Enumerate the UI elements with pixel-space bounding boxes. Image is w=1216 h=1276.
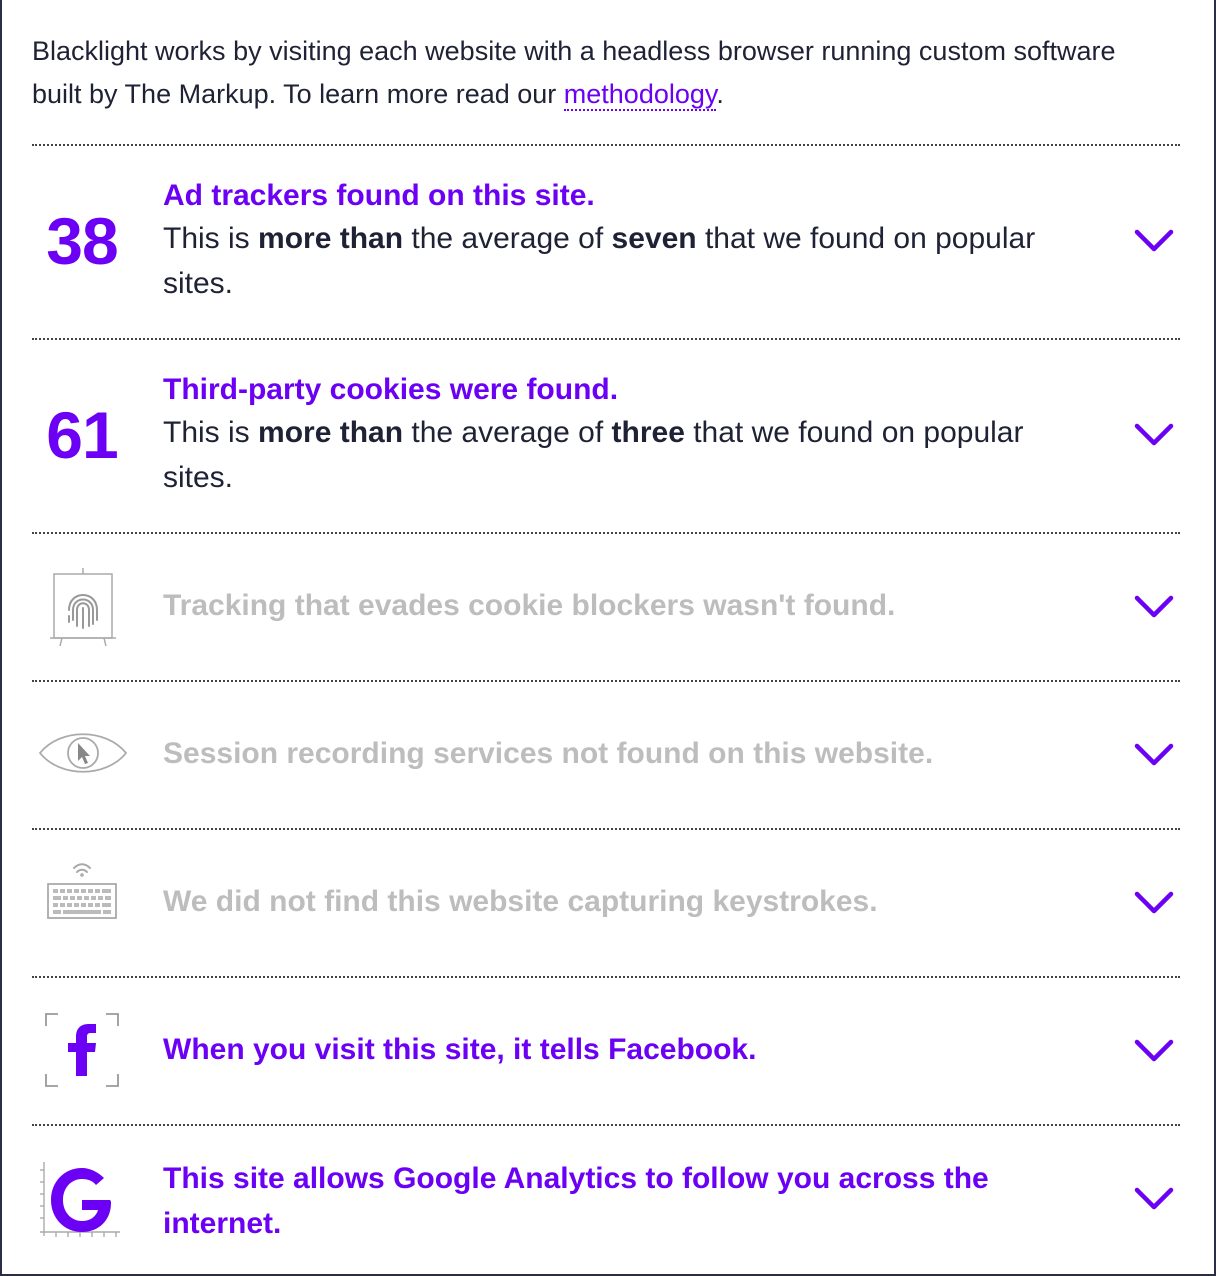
intro-paragraph: Blacklight works by visiting each websit… <box>32 30 1152 116</box>
finding-fingerprinting[interactable]: Tracking that evades cookie blockers was… <box>32 534 1180 680</box>
eye-cursor-icon <box>38 733 128 773</box>
cookies-count: 61 <box>32 390 132 480</box>
chevron-down-icon[interactable] <box>1134 890 1174 916</box>
finding-third-party-cookies[interactable]: 61 Third-party cookies were found. This … <box>32 340 1180 532</box>
facebook-icon <box>45 1013 119 1087</box>
finding-description: This is more than the average of seven t… <box>163 222 1036 300</box>
google-icon <box>40 1162 120 1237</box>
count-number: 38 <box>46 204 118 278</box>
chevron-down-icon[interactable] <box>1134 594 1174 620</box>
chevron-down-icon[interactable] <box>1134 228 1174 254</box>
finding-facebook[interactable]: When you visit this site, it tells Faceb… <box>32 978 1180 1124</box>
finding-title: This site allows Google Analytics to fol… <box>163 1162 989 1240</box>
chevron-down-icon[interactable] <box>1134 422 1174 448</box>
fingerprint-icon <box>50 568 116 646</box>
finding-session-recording[interactable]: Session recording services not found on … <box>32 682 1180 828</box>
finding-title: We did not find this website capturing k… <box>163 885 878 918</box>
intro-text-end: . <box>716 79 724 109</box>
chevron-down-icon[interactable] <box>1134 1186 1174 1212</box>
chevron-down-icon[interactable] <box>1134 742 1174 768</box>
finding-ad-trackers[interactable]: 38 Ad trackers found on this site. This … <box>32 146 1180 338</box>
finding-title: Session recording services not found on … <box>163 737 934 770</box>
finding-keystrokes[interactable]: We did not find this website capturing k… <box>32 830 1180 976</box>
finding-google-analytics[interactable]: This site allows Google Analytics to fol… <box>32 1126 1180 1274</box>
ad-trackers-count: 38 <box>32 196 132 286</box>
finding-title: Ad trackers found on this site. <box>163 179 595 212</box>
finding-title: Tracking that evades cookie blockers was… <box>163 589 896 622</box>
chevron-down-icon[interactable] <box>1134 1038 1174 1064</box>
finding-description: This is more than the average of three t… <box>163 416 1024 494</box>
methodology-link[interactable]: methodology <box>563 79 717 111</box>
finding-title: When you visit this site, it tells Faceb… <box>163 1033 757 1066</box>
count-number: 61 <box>46 398 118 472</box>
keyboard-icon <box>47 863 117 919</box>
finding-title: Third-party cookies were found. <box>163 373 619 406</box>
